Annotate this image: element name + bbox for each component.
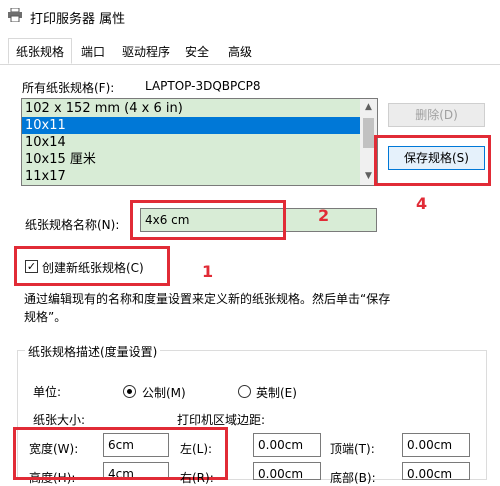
- left-margin-input[interactable]: 0.00cm: [253, 433, 321, 457]
- imperial-label[interactable]: 英制(E): [256, 384, 297, 401]
- top-margin-label: 顶端(T):: [330, 442, 375, 456]
- printer-icon: [8, 8, 22, 22]
- right-margin-input[interactable]: 0.00cm: [253, 462, 321, 481]
- annotation-box-1: [14, 246, 170, 286]
- tab-drivers[interactable]: 驱动程序: [116, 42, 176, 63]
- metric-label[interactable]: 公制(M): [142, 384, 186, 401]
- forms-listbox[interactable]: 102 x 152 mm (4 x 6 in) 10x11 10x14 10x1…: [21, 98, 378, 186]
- right-margin-label: 右(R):: [180, 471, 214, 485]
- list-item[interactable]: 11x17: [22, 168, 360, 185]
- left-margin-label: 左(L):: [180, 442, 213, 456]
- scroll-thumb[interactable]: [363, 118, 374, 148]
- form-name-label: 纸张规格名称(N):: [25, 218, 120, 232]
- server-name: LAPTOP-3DQBPCP8: [145, 79, 261, 93]
- paper-size-label: 纸张大小:: [33, 413, 86, 427]
- annotation-box-4: [374, 135, 491, 186]
- scroll-up-icon[interactable]: ▲: [360, 99, 377, 116]
- forms-list-label: 所有纸张规格(F):: [22, 81, 115, 95]
- list-item[interactable]: 10x11: [22, 117, 360, 134]
- metric-radio[interactable]: [123, 385, 136, 398]
- tab-advanced[interactable]: 高级: [222, 42, 258, 63]
- annotation-number-1: 1: [202, 262, 214, 281]
- bottom-margin-label: 底部(B):: [330, 471, 376, 485]
- annotation-number-4: 4: [416, 194, 428, 213]
- window-title: 打印服务器 属性: [30, 12, 126, 27]
- printer-margins-label: 打印机区域边距:: [177, 413, 266, 427]
- tab-strip: 纸张规格 端口 驱动程序 安全 高级: [0, 38, 500, 65]
- imperial-radio[interactable]: [238, 385, 251, 398]
- tab-ports[interactable]: 端口: [76, 42, 110, 63]
- list-item[interactable]: 10x15 厘米: [22, 151, 360, 168]
- description-text: 通过编辑现有的名称和度量设置来定义新的纸张规格。然后单击“保存规格”。: [24, 292, 391, 324]
- tab-security[interactable]: 安全: [180, 42, 214, 63]
- unit-label: 单位:: [33, 385, 62, 399]
- list-item[interactable]: 102 x 152 mm (4 x 6 in): [22, 100, 360, 117]
- group-caption: 纸张规格描述(度量设置): [25, 343, 161, 360]
- title-bar: 打印服务器 属性: [0, 0, 500, 32]
- delete-button[interactable]: 删除(D): [388, 103, 485, 127]
- list-item[interactable]: 10x14: [22, 134, 360, 151]
- annotation-box-2: [130, 200, 286, 240]
- bottom-margin-input[interactable]: 0.00cm: [402, 462, 470, 481]
- annotation-number-2: 2: [318, 206, 330, 225]
- top-margin-input[interactable]: 0.00cm: [402, 433, 470, 457]
- tab-paper-forms[interactable]: 纸张规格: [8, 38, 72, 64]
